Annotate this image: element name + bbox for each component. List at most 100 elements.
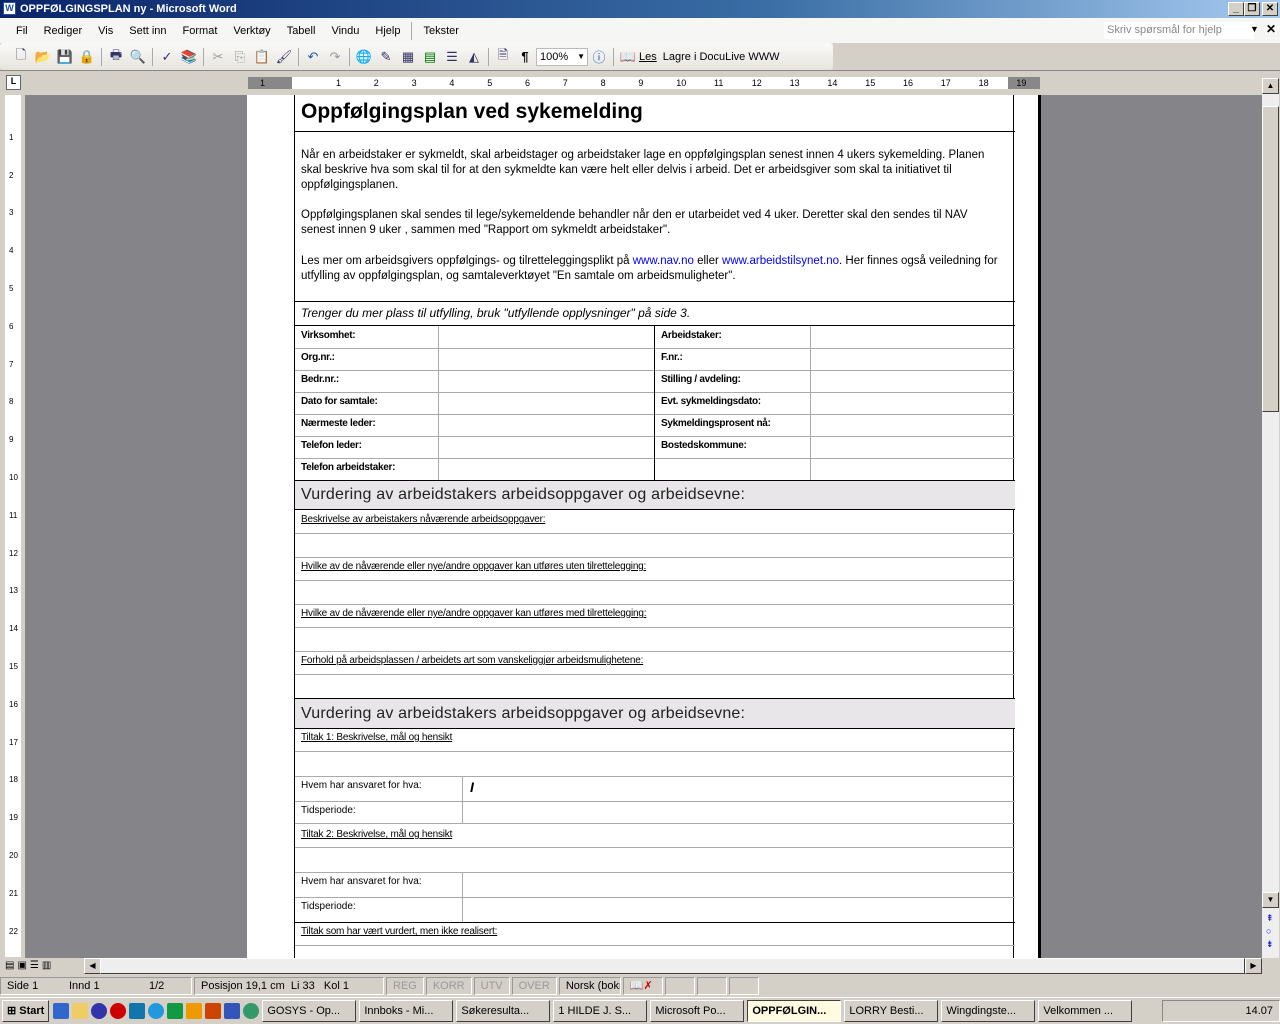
ie-icon[interactable] — [148, 1003, 165, 1019]
help-dropdown-icon[interactable]: ▼ — [1250, 24, 1259, 34]
scroll-thumb[interactable] — [1262, 106, 1279, 412]
read-button[interactable]: Les — [639, 51, 657, 63]
show-formatting-icon[interactable]: ¶ — [514, 46, 536, 68]
taskbar-button[interactable]: Søkeresulta... — [456, 1000, 551, 1022]
menu-fil[interactable]: Fil — [8, 25, 36, 37]
taskbar-button[interactable]: LORRY Besti... — [844, 1000, 939, 1022]
info-field-right[interactable] — [811, 348, 1015, 370]
scroll-down-button[interactable]: ▼ — [1262, 892, 1279, 908]
insert-table-icon[interactable]: ▦ — [397, 46, 419, 68]
menu-vis[interactable]: Vis — [90, 25, 121, 37]
word-icon[interactable] — [224, 1003, 241, 1019]
open-icon[interactable]: 📂 — [32, 46, 54, 68]
info-field-left[interactable] — [439, 414, 654, 436]
answer-field[interactable] — [295, 675, 1015, 698]
clock[interactable]: 14.07 — [1245, 1005, 1273, 1017]
scroll-up-button[interactable]: ▲ — [1262, 78, 1279, 94]
info-field-right[interactable] — [811, 370, 1015, 392]
document-map-icon[interactable]: 🗎 — [492, 46, 514, 68]
horizontal-scrollbar[interactable]: ▤▣☰▥ ◀ ▶ — [0, 958, 1262, 975]
tables-borders-icon[interactable]: ✎ — [375, 46, 397, 68]
start-button[interactable]: ⊞ Start — [2, 1000, 50, 1022]
menu-sett-inn[interactable]: Sett inn — [121, 25, 174, 37]
show-desktop-icon[interactable] — [53, 1003, 70, 1019]
format-painter-icon[interactable]: 🖌 — [273, 46, 295, 68]
spelling-status-icon[interactable]: 📖✗ — [622, 977, 663, 995]
info-field-right[interactable] — [811, 414, 1015, 436]
print-preview-icon[interactable]: 🔍 — [127, 46, 149, 68]
tab-selector[interactable]: L — [6, 75, 21, 90]
quicklaunch-icon[interactable] — [91, 1003, 108, 1019]
menu-rediger[interactable]: Rediger — [36, 25, 91, 37]
menu-tekster[interactable]: Tekster — [415, 25, 466, 37]
restore-button[interactable]: ❐ — [1244, 2, 1260, 16]
menu-verktoy[interactable]: Verktøy — [225, 25, 278, 37]
vertical-ruler[interactable]: 1 2 3 4 5 6 7 8 9 10 11 12 13 14 15 16 17 18 19 20 21 22 — [5, 95, 21, 957]
info-field-right[interactable] — [811, 326, 1015, 348]
menu-tabell[interactable]: Tabell — [279, 25, 324, 37]
horizontal-ruler[interactable]: 1 1 2 3 4 5 6 7 8 9 10 11 12 13 14 15 16 17 18 19 — [248, 77, 1040, 89]
taskbar-button[interactable]: GOSYS - Op... — [262, 1000, 357, 1022]
info-field-left[interactable] — [439, 436, 654, 458]
zoom-select[interactable]: 100% ▼ — [536, 47, 588, 66]
globe-icon[interactable] — [243, 1003, 260, 1019]
save-icon[interactable]: 💾 — [54, 46, 76, 68]
redo-icon[interactable]: ↷ — [324, 46, 346, 68]
outlook-icon[interactable] — [186, 1003, 203, 1019]
drawing-icon[interactable]: ◭ — [463, 46, 485, 68]
new-document-icon[interactable]: 🗋 — [10, 46, 32, 68]
menu-format[interactable]: Format — [175, 25, 226, 37]
answer-field[interactable] — [295, 581, 1015, 604]
nav-link[interactable]: www.nav.no — [633, 255, 694, 267]
scroll-left-button[interactable]: ◀ — [84, 958, 101, 974]
minimize-button[interactable]: _ — [1228, 2, 1244, 16]
word-app-icon[interactable]: W — [3, 2, 16, 15]
research-icon[interactable]: 📚 — [178, 46, 200, 68]
spelling-icon[interactable]: ✓ — [156, 46, 178, 68]
paste-icon[interactable]: 📋 — [251, 46, 273, 68]
browse-object-buttons[interactable]: ⇞ ○ ⇟ — [1266, 912, 1274, 951]
print-icon[interactable]: 🖶 — [105, 46, 127, 68]
network-icon[interactable] — [129, 1003, 146, 1019]
save-doculive-button[interactable]: Lagre i DocuLive WWW — [663, 51, 780, 63]
hyperlink-icon[interactable]: 🌐 — [353, 46, 375, 68]
view-buttons[interactable]: ▤▣☰▥ — [5, 960, 54, 971]
info-field-left[interactable] — [439, 326, 654, 348]
taskbar-button[interactable]: Velkommen ... — [1038, 1000, 1133, 1022]
permission-icon[interactable]: 🔒 — [76, 46, 98, 68]
status-extend[interactable]: UTV — [473, 977, 510, 995]
info-field-right[interactable] — [811, 458, 1015, 480]
powerpoint-icon[interactable] — [205, 1003, 222, 1019]
help-icon[interactable]: ⓘ — [588, 46, 610, 68]
excel-icon[interactable] — [167, 1003, 184, 1019]
info-field-left[interactable] — [439, 348, 654, 370]
document-page[interactable]: Oppfølgingsplan ved sykemelding Når en a… — [247, 95, 1041, 958]
taskbar-button[interactable]: 1 HILDE J. S... — [553, 1000, 648, 1022]
status-language[interactable]: Norsk (bokm — [558, 977, 621, 995]
info-field-left[interactable] — [439, 458, 654, 480]
horizontal-scroll-track[interactable] — [100, 958, 1245, 974]
close-document-icon[interactable]: ✕ — [1266, 22, 1276, 36]
status-rec[interactable]: REG — [386, 977, 424, 995]
scroll-right-button[interactable]: ▶ — [1245, 958, 1262, 974]
help-search-input[interactable]: Skriv spørsmål for hjelp — [1104, 22, 1254, 39]
info-field-left[interactable] — [439, 392, 654, 414]
info-field-left[interactable] — [439, 370, 654, 392]
antivirus-icon[interactable] — [110, 1003, 127, 1019]
undo-icon[interactable]: ↶ — [302, 46, 324, 68]
taskbar-button[interactable]: Wingdingste... — [941, 1000, 1036, 1022]
columns-icon[interactable]: ☰ — [441, 46, 463, 68]
close-button[interactable]: ✕ — [1262, 2, 1278, 16]
status-overtype[interactable]: OVER — [511, 977, 557, 995]
insert-excel-icon[interactable]: ▤ — [419, 46, 441, 68]
answer-field[interactable] — [295, 628, 1015, 651]
explorer-icon[interactable] — [72, 1003, 89, 1019]
arbeidstilsynet-link[interactable]: www.arbeidstilsynet.no — [722, 255, 839, 267]
taskbar-button[interactable]: Innboks - Mi... — [359, 1000, 454, 1022]
info-field-right[interactable] — [811, 392, 1015, 414]
answer-field[interactable] — [295, 534, 1015, 557]
menu-vindu[interactable]: Vindu — [323, 25, 367, 37]
status-track[interactable]: KORR — [425, 977, 472, 995]
cut-icon[interactable]: ✂ — [207, 46, 229, 68]
menu-hjelp[interactable]: Hjelp — [367, 25, 408, 37]
